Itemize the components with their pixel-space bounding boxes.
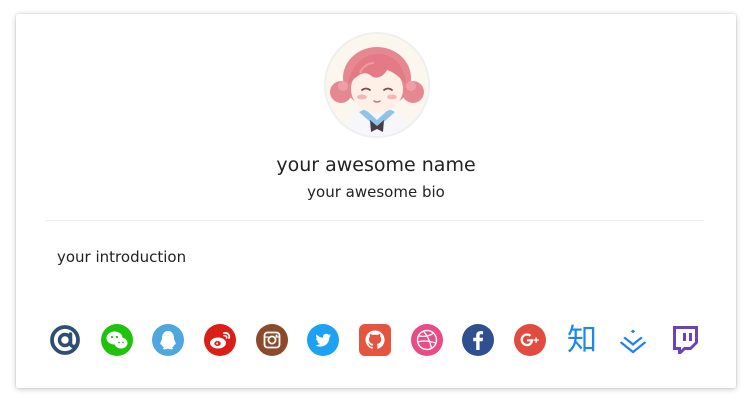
facebook-link[interactable]	[459, 321, 497, 359]
wechat-icon	[100, 324, 133, 356]
social-links: 知	[46, 320, 704, 360]
wechat-link[interactable]	[98, 321, 136, 359]
twitch-icon	[672, 326, 698, 354]
facebook-icon	[462, 324, 495, 356]
email-icon	[50, 325, 80, 355]
twitter-icon	[307, 324, 340, 356]
zhihu-glyph: 知	[567, 323, 597, 358]
instagram-link[interactable]	[253, 321, 291, 359]
dribbble-icon	[410, 324, 443, 356]
avatar[interactable]	[326, 34, 428, 136]
profile-bio: your awesome bio	[307, 183, 445, 201]
twitter-link[interactable]	[304, 321, 342, 359]
qq-icon	[152, 324, 185, 356]
google-plus-icon	[513, 324, 546, 356]
profile-name: your awesome name	[276, 154, 476, 176]
dribbble-link[interactable]	[408, 321, 446, 359]
google-plus-link[interactable]	[511, 321, 549, 359]
qq-link[interactable]	[149, 321, 187, 359]
twitch-link[interactable]	[666, 321, 704, 359]
weibo-link[interactable]	[201, 321, 239, 359]
weibo-icon	[203, 324, 236, 356]
zhihu-icon: 知	[567, 323, 597, 358]
instagram-icon	[255, 324, 288, 356]
github-icon	[358, 324, 391, 356]
avatar-image	[326, 34, 428, 136]
profile-card: your awesome name your awesome bio your …	[16, 14, 736, 388]
divider	[46, 220, 704, 221]
email-link[interactable]	[46, 321, 84, 359]
juejin-icon	[619, 329, 647, 354]
zhihu-link[interactable]: 知	[563, 321, 601, 359]
juejin-link[interactable]	[614, 321, 652, 359]
profile-introduction: your introduction	[57, 248, 187, 266]
github-link[interactable]	[356, 321, 394, 359]
